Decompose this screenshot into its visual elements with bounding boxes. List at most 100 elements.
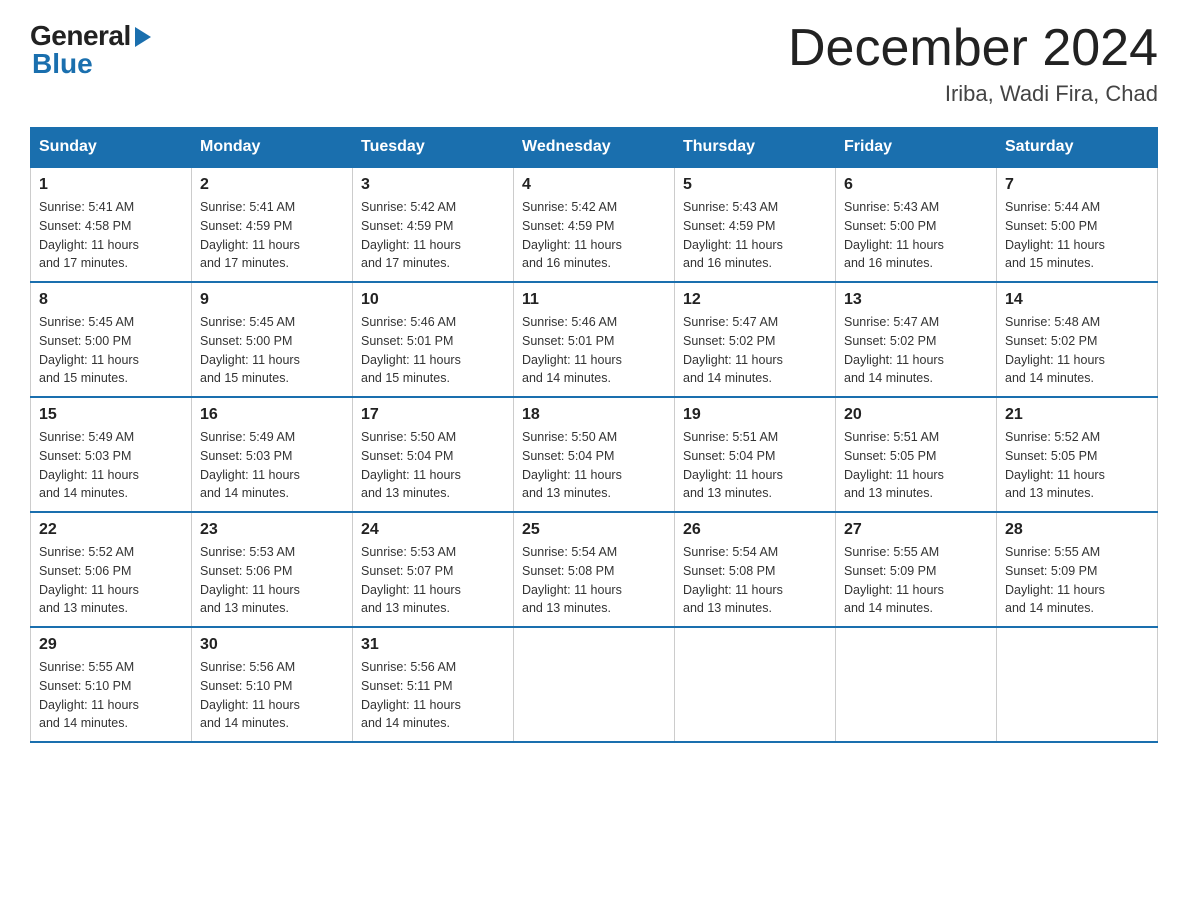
day-info: Sunrise: 5:44 AMSunset: 5:00 PMDaylight:… xyxy=(1005,198,1149,273)
day-number: 30 xyxy=(200,636,344,654)
day-info: Sunrise: 5:42 AMSunset: 4:59 PMDaylight:… xyxy=(522,198,666,273)
calendar-table: SundayMondayTuesdayWednesdayThursdayFrid… xyxy=(30,127,1158,743)
calendar-cell: 22 Sunrise: 5:52 AMSunset: 5:06 PMDayligh… xyxy=(31,512,192,627)
calendar-cell: 15 Sunrise: 5:49 AMSunset: 5:03 PMDayligh… xyxy=(31,397,192,512)
calendar-cell: 14 Sunrise: 5:48 AMSunset: 5:02 PMDayligh… xyxy=(997,282,1158,397)
day-info: Sunrise: 5:46 AMSunset: 5:01 PMDaylight:… xyxy=(522,313,666,388)
calendar-cell xyxy=(997,627,1158,742)
calendar-cell: 11 Sunrise: 5:46 AMSunset: 5:01 PMDayligh… xyxy=(514,282,675,397)
calendar-cell: 3 Sunrise: 5:42 AMSunset: 4:59 PMDaylight… xyxy=(353,167,514,282)
day-info: Sunrise: 5:47 AMSunset: 5:02 PMDaylight:… xyxy=(683,313,827,388)
day-info: Sunrise: 5:45 AMSunset: 5:00 PMDaylight:… xyxy=(39,313,183,388)
day-number: 28 xyxy=(1005,521,1149,539)
day-number: 4 xyxy=(522,176,666,194)
column-header-tuesday: Tuesday xyxy=(353,128,514,168)
day-number: 22 xyxy=(39,521,183,539)
calendar-cell: 29 Sunrise: 5:55 AMSunset: 5:10 PMDayligh… xyxy=(31,627,192,742)
day-number: 19 xyxy=(683,406,827,424)
day-number: 11 xyxy=(522,291,666,309)
calendar-week-row: 8Sunrise: 5:45 AMSunset: 5:00 PMDaylight… xyxy=(31,282,1158,397)
day-info: Sunrise: 5:56 AMSunset: 5:11 PMDaylight:… xyxy=(361,658,505,733)
day-info: Sunrise: 5:52 AMSunset: 5:06 PMDaylight:… xyxy=(39,543,183,618)
day-number: 15 xyxy=(39,406,183,424)
calendar-cell: 28 Sunrise: 5:55 AMSunset: 5:09 PMDayligh… xyxy=(997,512,1158,627)
calendar-cell: 23 Sunrise: 5:53 AMSunset: 5:06 PMDayligh… xyxy=(192,512,353,627)
calendar-cell: 10Sunrise: 5:46 AMSunset: 5:01 PMDayligh… xyxy=(353,282,514,397)
day-info: Sunrise: 5:41 AMSunset: 4:59 PMDaylight:… xyxy=(200,198,344,273)
calendar-cell: 5Sunrise: 5:43 AMSunset: 4:59 PMDaylight… xyxy=(675,167,836,282)
day-number: 1 xyxy=(39,176,183,194)
day-number: 21 xyxy=(1005,406,1149,424)
calendar-header-row: SundayMondayTuesdayWednesdayThursdayFrid… xyxy=(31,128,1158,168)
day-number: 7 xyxy=(1005,176,1149,194)
day-info: Sunrise: 5:51 AMSunset: 5:05 PMDaylight:… xyxy=(844,428,988,503)
calendar-cell: 24Sunrise: 5:53 AMSunset: 5:07 PMDayligh… xyxy=(353,512,514,627)
day-info: Sunrise: 5:51 AMSunset: 5:04 PMDaylight:… xyxy=(683,428,827,503)
day-info: Sunrise: 5:48 AMSunset: 5:02 PMDaylight:… xyxy=(1005,313,1149,388)
calendar-cell: 6 Sunrise: 5:43 AMSunset: 5:00 PMDaylight… xyxy=(836,167,997,282)
calendar-cell: 7 Sunrise: 5:44 AMSunset: 5:00 PMDaylight… xyxy=(997,167,1158,282)
calendar-week-row: 15 Sunrise: 5:49 AMSunset: 5:03 PMDayligh… xyxy=(31,397,1158,512)
calendar-cell: 26Sunrise: 5:54 AMSunset: 5:08 PMDayligh… xyxy=(675,512,836,627)
day-info: Sunrise: 5:50 AMSunset: 5:04 PMDaylight:… xyxy=(361,428,505,503)
month-title: December 2024 xyxy=(788,20,1158,77)
day-number: 14 xyxy=(1005,291,1149,309)
day-info: Sunrise: 5:54 AMSunset: 5:08 PMDaylight:… xyxy=(522,543,666,618)
calendar-cell: 21 Sunrise: 5:52 AMSunset: 5:05 PMDayligh… xyxy=(997,397,1158,512)
day-info: Sunrise: 5:53 AMSunset: 5:06 PMDaylight:… xyxy=(200,543,344,618)
day-number: 9 xyxy=(200,291,344,309)
logo-arrow-icon xyxy=(135,27,151,47)
column-header-saturday: Saturday xyxy=(997,128,1158,168)
column-header-thursday: Thursday xyxy=(675,128,836,168)
calendar-week-row: 29 Sunrise: 5:55 AMSunset: 5:10 PMDayligh… xyxy=(31,627,1158,742)
calendar-cell: 12 Sunrise: 5:47 AMSunset: 5:02 PMDayligh… xyxy=(675,282,836,397)
day-number: 6 xyxy=(844,176,988,194)
logo: General Blue xyxy=(30,20,151,80)
calendar-cell xyxy=(675,627,836,742)
calendar-week-row: 22 Sunrise: 5:52 AMSunset: 5:06 PMDayligh… xyxy=(31,512,1158,627)
day-info: Sunrise: 5:50 AMSunset: 5:04 PMDaylight:… xyxy=(522,428,666,503)
day-number: 3 xyxy=(361,176,505,194)
day-number: 25 xyxy=(522,521,666,539)
calendar-cell: 27Sunrise: 5:55 AMSunset: 5:09 PMDayligh… xyxy=(836,512,997,627)
calendar-cell: 31 Sunrise: 5:56 AMSunset: 5:11 PMDayligh… xyxy=(353,627,514,742)
day-info: Sunrise: 5:45 AMSunset: 5:00 PMDaylight:… xyxy=(200,313,344,388)
calendar-cell: 19 Sunrise: 5:51 AMSunset: 5:04 PMDayligh… xyxy=(675,397,836,512)
calendar-week-row: 1Sunrise: 5:41 AMSunset: 4:58 PMDaylight… xyxy=(31,167,1158,282)
day-info: Sunrise: 5:43 AMSunset: 5:00 PMDaylight:… xyxy=(844,198,988,273)
calendar-cell: 17 Sunrise: 5:50 AMSunset: 5:04 PMDayligh… xyxy=(353,397,514,512)
calendar-cell: 4 Sunrise: 5:42 AMSunset: 4:59 PMDaylight… xyxy=(514,167,675,282)
day-number: 5 xyxy=(683,176,827,194)
calendar-cell: 9 Sunrise: 5:45 AMSunset: 5:00 PMDaylight… xyxy=(192,282,353,397)
calendar-cell: 18 Sunrise: 5:50 AMSunset: 5:04 PMDayligh… xyxy=(514,397,675,512)
day-number: 27 xyxy=(844,521,988,539)
day-number: 12 xyxy=(683,291,827,309)
day-number: 29 xyxy=(39,636,183,654)
day-info: Sunrise: 5:52 AMSunset: 5:05 PMDaylight:… xyxy=(1005,428,1149,503)
day-info: Sunrise: 5:47 AMSunset: 5:02 PMDaylight:… xyxy=(844,313,988,388)
day-number: 17 xyxy=(361,406,505,424)
day-info: Sunrise: 5:55 AMSunset: 5:10 PMDaylight:… xyxy=(39,658,183,733)
calendar-cell xyxy=(514,627,675,742)
day-number: 20 xyxy=(844,406,988,424)
column-header-wednesday: Wednesday xyxy=(514,128,675,168)
day-info: Sunrise: 5:42 AMSunset: 4:59 PMDaylight:… xyxy=(361,198,505,273)
day-number: 31 xyxy=(361,636,505,654)
day-info: Sunrise: 5:49 AMSunset: 5:03 PMDaylight:… xyxy=(39,428,183,503)
day-info: Sunrise: 5:56 AMSunset: 5:10 PMDaylight:… xyxy=(200,658,344,733)
calendar-cell: 20 Sunrise: 5:51 AMSunset: 5:05 PMDayligh… xyxy=(836,397,997,512)
calendar-cell: 1Sunrise: 5:41 AMSunset: 4:58 PMDaylight… xyxy=(31,167,192,282)
day-number: 26 xyxy=(683,521,827,539)
calendar-cell: 30 Sunrise: 5:56 AMSunset: 5:10 PMDayligh… xyxy=(192,627,353,742)
day-number: 23 xyxy=(200,521,344,539)
day-info: Sunrise: 5:53 AMSunset: 5:07 PMDaylight:… xyxy=(361,543,505,618)
day-info: Sunrise: 5:46 AMSunset: 5:01 PMDaylight:… xyxy=(361,313,505,388)
day-number: 18 xyxy=(522,406,666,424)
calendar-cell: 25 Sunrise: 5:54 AMSunset: 5:08 PMDayligh… xyxy=(514,512,675,627)
page-header: General Blue December 2024 Iriba, Wadi F… xyxy=(30,20,1158,107)
day-number: 13 xyxy=(844,291,988,309)
day-info: Sunrise: 5:55 AMSunset: 5:09 PMDaylight:… xyxy=(1005,543,1149,618)
column-header-friday: Friday xyxy=(836,128,997,168)
calendar-cell: 2 Sunrise: 5:41 AMSunset: 4:59 PMDaylight… xyxy=(192,167,353,282)
day-number: 2 xyxy=(200,176,344,194)
